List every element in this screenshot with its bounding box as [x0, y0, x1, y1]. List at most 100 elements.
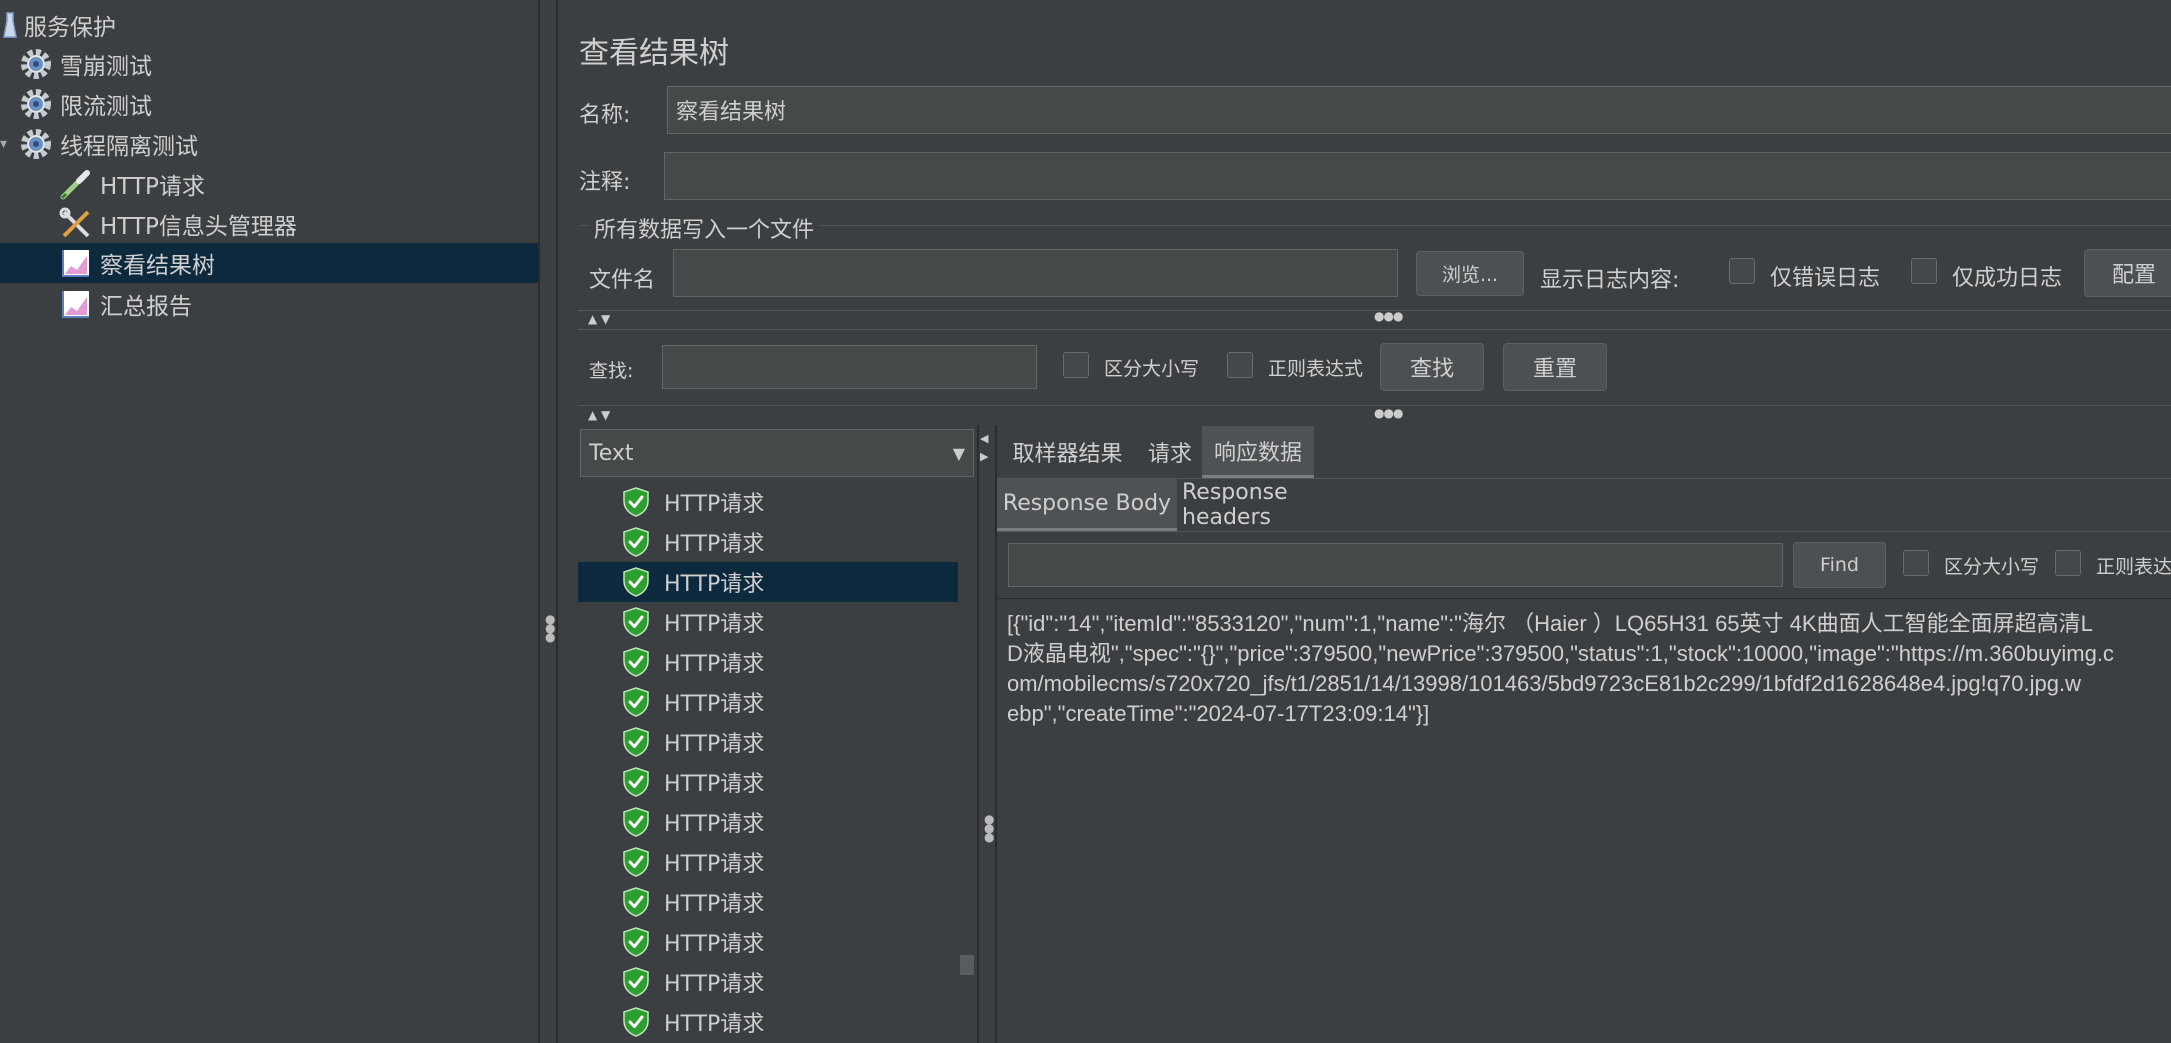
arrow-toggle-icon[interactable]: ◀ ▶ [980, 430, 994, 470]
gear-icon [18, 86, 54, 122]
subtab-response-headers[interactable]: Response headers [1182, 479, 1382, 531]
tree-item-http-header-manager[interactable]: HTTP信息头管理器 [58, 204, 297, 244]
tree-item-label: 线程隔离测试 [60, 134, 198, 160]
filename-label: 文件名 [589, 268, 656, 293]
response-find-input[interactable] [1008, 543, 1783, 587]
result-row[interactable]: HTTP请求 [578, 882, 958, 922]
result-row-label: HTTP请求 [664, 652, 765, 677]
test-plan-tree: 服务保护 雪崩测试 限流测试 ▾ 线程隔离测试 HTTP请求 HTTP信息头管理… [0, 0, 538, 1043]
result-row-label: HTTP请求 [664, 972, 765, 997]
filename-input[interactable] [673, 249, 1398, 297]
tab-request[interactable]: 请求 [1140, 426, 1200, 478]
response-regex-checkbox[interactable] [2055, 550, 2081, 576]
result-row[interactable]: HTTP请求 [578, 562, 958, 602]
result-row-label: HTTP请求 [664, 812, 765, 837]
search-regex-label: 正则表达式 [1268, 358, 1364, 380]
result-row[interactable]: HTTP请求 [578, 722, 958, 762]
name-label: 名称: [579, 103, 631, 128]
tree-item-thread-isolation-test[interactable]: ▾ 线程隔离测试 [0, 124, 198, 164]
renderer-select[interactable]: Text ▼ [580, 429, 974, 477]
response-body-line: D液晶电视","spec":"{}","price":379500,"newPr… [1007, 641, 2114, 666]
tree-item-avalanche-test[interactable]: 雪崩测试 [18, 44, 152, 84]
success-shield-icon [622, 887, 652, 917]
chart-icon [58, 245, 94, 281]
tab-response-data[interactable]: 响应数据 [1202, 426, 1314, 478]
response-body-text: [{"id":"14","itemId":"8533120","num":1,"… [1007, 609, 2114, 729]
tree-item-label: 限流测试 [60, 94, 152, 120]
result-row[interactable]: HTTP请求 [578, 642, 958, 682]
errors-only-checkbox[interactable] [1729, 258, 1755, 284]
result-row-label: HTTP请求 [664, 692, 765, 717]
tree-item-rate-limit-test[interactable]: 限流测试 [18, 84, 152, 124]
response-body-area[interactable]: [{"id":"14","itemId":"8533120","num":1,"… [997, 598, 2171, 1043]
pipette-icon [58, 166, 94, 202]
tree-item-service-protection[interactable]: 服务保护 [0, 5, 116, 45]
renderer-selected-value: Text [589, 440, 634, 466]
collapse-bar-middle[interactable]: ▲ ▼ ●●● [578, 405, 2171, 425]
tree-item-summary-report[interactable]: 汇总报告 [58, 284, 192, 324]
result-row[interactable]: HTTP请求 [578, 1002, 958, 1042]
tab-sampler-result[interactable]: 取样器结果 [1001, 426, 1134, 478]
success-only-checkbox[interactable] [1911, 258, 1937, 284]
result-row-label: HTTP请求 [664, 932, 765, 957]
search-regex-checkbox[interactable] [1227, 352, 1253, 378]
subtab-response-body[interactable]: Response Body [997, 479, 1177, 531]
search-input[interactable] [662, 345, 1037, 389]
result-row[interactable]: HTTP请求 [578, 682, 958, 722]
result-row[interactable]: HTTP请求 [578, 802, 958, 842]
search-label: 查找: [589, 360, 634, 382]
response-body-line: [{"id":"14","itemId":"8533120","num":1,"… [1007, 611, 2093, 636]
tree-item-label: 雪崩测试 [60, 54, 152, 80]
results-scrollbar[interactable] [960, 955, 974, 975]
success-shield-icon [622, 527, 652, 557]
result-row-label: HTTP请求 [664, 852, 765, 877]
tree-item-label: 汇总报告 [100, 294, 192, 320]
panel-divider [556, 0, 558, 1043]
config-button[interactable]: 配置 [2084, 249, 2171, 297]
response-body-line: om/mobilecms/s720x720_jfs/t1/2851/14/139… [1007, 671, 2081, 696]
main-splitter[interactable]: ● ● ● [540, 0, 556, 1043]
results-divider [977, 425, 979, 1043]
grip-dots-icon: ●●● [1374, 309, 1403, 323]
comment-input[interactable] [664, 152, 2171, 200]
chevron-down-icon[interactable]: ▾ [0, 136, 18, 152]
find-button[interactable]: 查找 [1380, 343, 1484, 391]
search-case-sensitive-checkbox[interactable] [1063, 352, 1089, 378]
reset-button[interactable]: 重置 [1503, 343, 1607, 391]
browse-button[interactable]: 浏览... [1416, 251, 1524, 296]
success-only-label: 仅成功日志 [1952, 266, 2063, 291]
search-case-sensitive-label: 区分大小写 [1104, 358, 1200, 380]
response-find-button[interactable]: Find [1793, 542, 1886, 588]
errors-only-label: 仅错误日志 [1770, 266, 1881, 291]
tree-item-http-request[interactable]: HTTP请求 [58, 164, 205, 204]
comment-label: 注释: [579, 170, 631, 195]
grip-dots-icon: ●●● [1374, 406, 1403, 420]
result-row[interactable]: HTTP请求 [578, 842, 958, 882]
chevron-down-icon[interactable]: ▼ [953, 444, 965, 463]
expand-collapse-icon[interactable]: ▲ ▼ [588, 408, 610, 422]
result-row[interactable]: HTTP请求 [578, 962, 958, 1002]
result-row[interactable]: HTTP请求 [578, 522, 958, 562]
name-input[interactable] [667, 86, 2171, 134]
result-row-label: HTTP请求 [664, 532, 765, 557]
result-row-label: HTTP请求 [664, 892, 765, 917]
splitter-grip-icon[interactable]: ● ● ● [984, 813, 994, 845]
result-row[interactable]: HTTP请求 [578, 482, 958, 522]
response-body-line: ebp","createTime":"2024-07-17T23:09:14"}… [1007, 701, 1430, 726]
expand-collapse-icon[interactable]: ▲ ▼ [588, 312, 610, 326]
result-row-label: HTTP请求 [664, 1012, 765, 1037]
page-title: 查看结果树 [579, 36, 729, 71]
success-shield-icon [622, 727, 652, 757]
response-case-sensitive-label: 区分大小写 [1944, 556, 2040, 578]
results-list: HTTP请求 HTTP请求 HTTP请求 HTTP请求 HTTP请求 HTTP请求 HTTP… [578, 482, 958, 1043]
gear-icon [18, 126, 54, 162]
tree-item-view-results-tree[interactable]: 察看结果树 [0, 243, 538, 283]
response-case-sensitive-checkbox[interactable] [1903, 550, 1929, 576]
result-row[interactable]: HTTP请求 [578, 602, 958, 642]
success-shield-icon [622, 607, 652, 637]
result-row[interactable]: HTTP请求 [578, 762, 958, 802]
chart-icon [58, 286, 94, 322]
collapse-bar-top[interactable]: ▲ ▼ ●●● [578, 309, 2171, 330]
log-content-label: 显示日志内容: [1540, 268, 1680, 293]
result-row[interactable]: HTTP请求 [578, 922, 958, 962]
